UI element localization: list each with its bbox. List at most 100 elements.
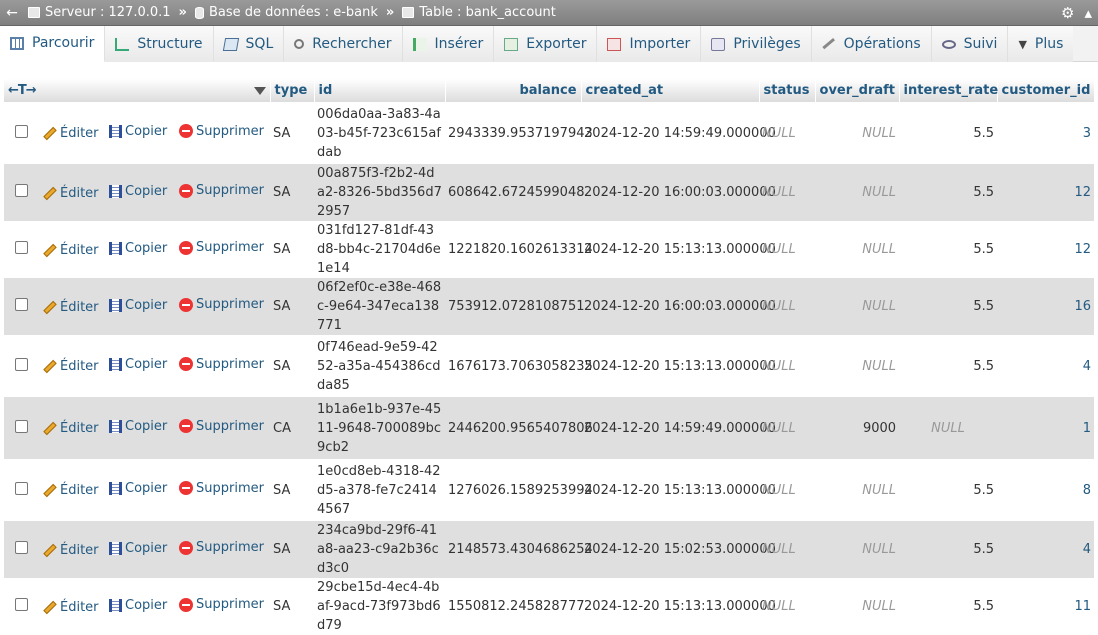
row-checkbox[interactable]: [15, 184, 28, 197]
copy-action[interactable]: Copier: [106, 164, 176, 221]
copy-action[interactable]: Copier: [106, 102, 176, 164]
tab-plus[interactable]: ▼ Plus: [1008, 26, 1074, 62]
cell-status[interactable]: NULL: [759, 459, 816, 521]
cell-created-at[interactable]: 2024-12-20 15:13:13.000000: [581, 335, 776, 397]
tab-sql[interactable]: SQL: [213, 26, 285, 62]
edit-action[interactable]: Éditer: [40, 278, 106, 335]
delete-action[interactable]: Supprimer: [176, 397, 271, 459]
header-type[interactable]: type: [270, 79, 315, 102]
edit-action[interactable]: Éditer: [40, 335, 106, 397]
cell-status[interactable]: NULL: [759, 221, 816, 278]
cell-customer-id[interactable]: 4: [997, 521, 1095, 578]
sort-dropdown-icon[interactable]: [253, 87, 266, 95]
cell-id[interactable]: 00a875f3-f2b2-4da2-8326-5bd356d72957: [314, 164, 446, 221]
cell-interest-rate[interactable]: 5.5: [899, 335, 998, 397]
cell-created-at[interactable]: 2024-12-20 16:00:03.000000: [581, 164, 776, 221]
cell-balance[interactable]: 608642.6724599048: [445, 164, 585, 221]
cell-interest-rate[interactable]: 5.5: [899, 521, 998, 578]
delete-action[interactable]: Supprimer: [176, 102, 271, 164]
back-arrow-icon[interactable]: ←: [0, 5, 24, 21]
delete-action[interactable]: Supprimer: [176, 459, 271, 521]
header-status[interactable]: status: [759, 79, 816, 102]
copy-action[interactable]: Copier: [106, 459, 176, 521]
cell-customer-id[interactable]: 12: [997, 164, 1095, 221]
edit-action[interactable]: Éditer: [40, 397, 106, 459]
tab-rechercher[interactable]: Rechercher: [284, 26, 403, 62]
row-checkbox[interactable]: [15, 298, 28, 311]
tab-structure[interactable]: Structure: [105, 26, 214, 62]
cell-interest-rate[interactable]: NULL: [899, 397, 998, 459]
cell-id[interactable]: 06f2ef0c-e38e-468c-9e64-347eca138771: [314, 278, 446, 335]
tab-suivi[interactable]: Suivi: [931, 26, 1009, 62]
cell-created-at[interactable]: 2024-12-20 15:13:13.000000: [581, 221, 776, 278]
cell-interest-rate[interactable]: 5.5: [899, 102, 998, 164]
cell-customer-id[interactable]: 12: [997, 221, 1095, 278]
cell-created-at[interactable]: 2024-12-20 14:59:49.000000: [581, 102, 776, 164]
copy-action[interactable]: Copier: [106, 578, 176, 635]
edit-action[interactable]: Éditer: [40, 459, 106, 521]
cell-interest-rate[interactable]: 5.5: [899, 164, 998, 221]
header-created-at[interactable]: created_at: [581, 79, 760, 102]
header-customer-id[interactable]: customer_id: [997, 79, 1095, 102]
cell-interest-rate[interactable]: 5.5: [899, 278, 998, 335]
tab-exporter[interactable]: Exporter: [494, 26, 598, 62]
breadcrumb-server[interactable]: Serveur : 127.0.0.1: [24, 5, 175, 20]
cell-customer-id[interactable]: 16: [997, 278, 1095, 335]
cell-over-draft[interactable]: NULL: [815, 335, 900, 397]
cell-balance[interactable]: 1276026.1589253994: [445, 459, 593, 521]
cell-type[interactable]: SA: [270, 278, 315, 335]
cell-balance[interactable]: 753912.0728108751: [445, 278, 585, 335]
cell-balance[interactable]: 2446200.9565407806: [445, 397, 593, 459]
delete-action[interactable]: Supprimer: [176, 521, 271, 578]
cell-over-draft[interactable]: NULL: [815, 102, 900, 164]
tab-importer[interactable]: Importer: [597, 26, 702, 62]
cell-over-draft[interactable]: NULL: [815, 221, 900, 278]
row-checkbox[interactable]: [15, 419, 28, 433]
delete-action[interactable]: Supprimer: [176, 578, 271, 635]
cell-created-at[interactable]: 2024-12-20 15:13:13.000000: [581, 578, 776, 635]
cell-type[interactable]: SA: [270, 578, 315, 635]
row-checkbox[interactable]: [15, 541, 28, 554]
cell-status[interactable]: NULL: [759, 578, 816, 635]
cell-status[interactable]: NULL: [759, 164, 816, 221]
cell-status[interactable]: NULL: [759, 397, 816, 459]
cell-id[interactable]: 1b1a6e1b-937e-4511-9648-700089bc9cb2: [314, 397, 446, 459]
breadcrumb-database[interactable]: Base de données : e-bank: [191, 5, 382, 20]
cell-status[interactable]: NULL: [759, 278, 816, 335]
cell-customer-id[interactable]: 8: [997, 459, 1095, 521]
cell-id[interactable]: 234ca9bd-29f6-41a8-aa23-c9a2b36cd3c0: [314, 521, 446, 578]
cell-type[interactable]: SA: [270, 521, 315, 578]
cell-id[interactable]: 031fd127-81df-43d8-bb4c-21704d6e1e14: [314, 221, 446, 278]
row-checkbox[interactable]: [15, 241, 28, 254]
cell-id[interactable]: 29cbe15d-4ec4-4baf-9acd-73f973bd6d79: [314, 578, 446, 635]
row-checkbox[interactable]: [15, 598, 28, 611]
cell-type[interactable]: SA: [270, 102, 315, 164]
gear-icon[interactable]: ⚙: [1061, 4, 1074, 22]
breadcrumb-table[interactable]: Table : bank_account: [398, 5, 560, 20]
copy-action[interactable]: Copier: [106, 278, 176, 335]
cell-type[interactable]: CA: [270, 397, 315, 459]
tab-parcourir[interactable]: Parcourir: [0, 26, 106, 63]
edit-action[interactable]: Éditer: [40, 102, 106, 164]
cell-over-draft[interactable]: NULL: [815, 278, 900, 335]
tab-inserer[interactable]: Insérer: [402, 26, 495, 62]
tab-privileges[interactable]: Privilèges: [701, 26, 812, 62]
cell-created-at[interactable]: 2024-12-20 15:13:13.000000: [581, 459, 776, 521]
cell-over-draft[interactable]: NULL: [815, 459, 900, 521]
cell-created-at[interactable]: 2024-12-20 16:00:03.000000: [581, 278, 776, 335]
edit-action[interactable]: Éditer: [40, 164, 106, 221]
cell-created-at[interactable]: 2024-12-20 14:59:49.000000: [581, 397, 776, 459]
row-checkbox[interactable]: [15, 481, 28, 495]
copy-action[interactable]: Copier: [106, 221, 176, 278]
cell-customer-id[interactable]: 3: [997, 102, 1095, 164]
cell-status[interactable]: NULL: [759, 521, 816, 578]
edit-action[interactable]: Éditer: [40, 221, 106, 278]
cell-interest-rate[interactable]: 5.5: [899, 459, 998, 521]
collapse-icon[interactable]: ▴: [1084, 4, 1092, 22]
cell-type[interactable]: SA: [270, 164, 315, 221]
cell-over-draft[interactable]: NULL: [815, 521, 900, 578]
delete-action[interactable]: Supprimer: [176, 335, 271, 397]
cell-created-at[interactable]: 2024-12-20 15:02:53.000000: [581, 521, 776, 578]
cell-over-draft[interactable]: NULL: [815, 164, 900, 221]
cell-customer-id[interactable]: 4: [997, 335, 1095, 397]
